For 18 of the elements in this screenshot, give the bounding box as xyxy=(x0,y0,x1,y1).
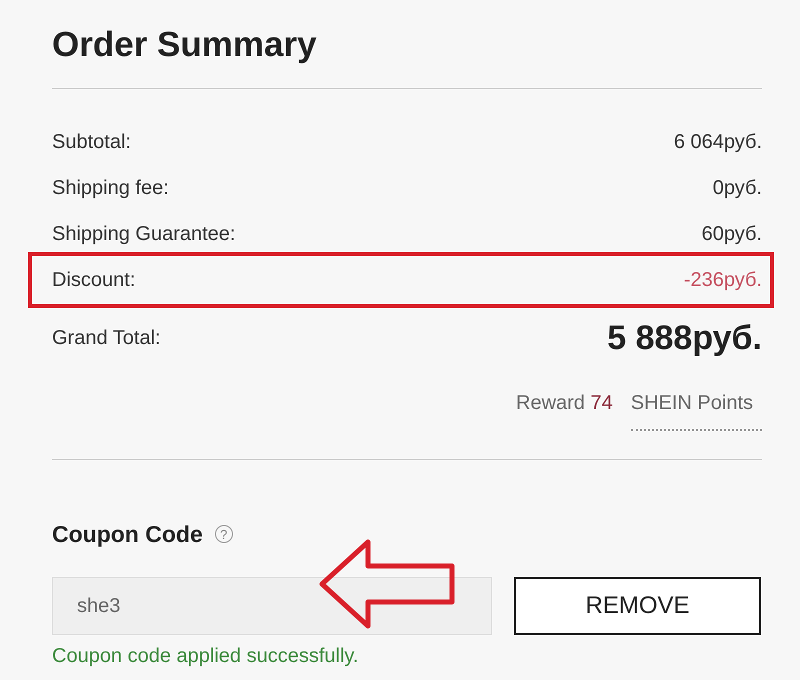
row-value: 6 064руб. xyxy=(674,130,762,154)
points-link[interactable]: SHEIN Points xyxy=(630,392,762,430)
row-value: 60руб. xyxy=(702,222,762,246)
grand-total-value: 5 888руб. xyxy=(607,318,762,358)
success-message: Coupon code applied successfully. xyxy=(52,645,360,668)
row-label: Shipping fee: xyxy=(52,176,169,200)
row-label: Subtotal: xyxy=(52,130,131,154)
row-label: Discount: xyxy=(52,268,136,292)
row-value: -236руб. xyxy=(684,268,762,292)
row-label: Shipping Guarantee: xyxy=(52,222,236,246)
grand-total-label: Grand Total: xyxy=(52,326,161,350)
order-summary-title: Order Summary xyxy=(52,24,317,66)
row-value: 0руб. xyxy=(712,176,762,200)
remove-button[interactable]: REMOVE xyxy=(514,577,761,635)
help-icon[interactable]: ? xyxy=(214,525,233,543)
coupon-field[interactable]: she3 xyxy=(52,577,492,635)
reward-text: Reward 74 xyxy=(516,392,613,414)
coupon-title: Coupon Code xyxy=(52,520,203,548)
